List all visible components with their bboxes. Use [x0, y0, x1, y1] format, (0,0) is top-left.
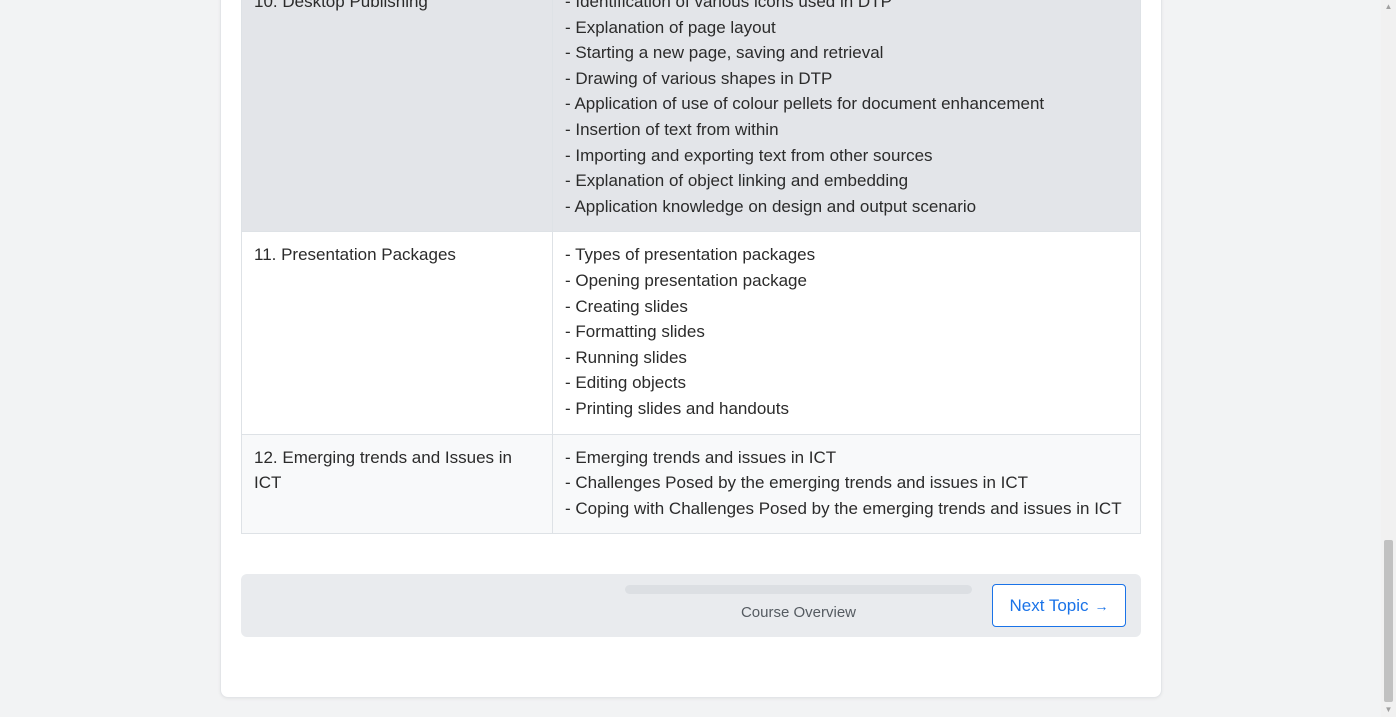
table-row: 12. Emerging trends and Issues in ICT - …: [241, 433, 1141, 535]
subtopic-item: - Formatting slides: [565, 322, 705, 342]
topic-cell: 12. Emerging trends and Issues in ICT: [241, 433, 553, 535]
topic-title: 10. Desktop Publishing: [254, 0, 428, 11]
subtopic-item: - Application of use of colour pellets f…: [565, 94, 1045, 114]
subtopics-cell: - Emerging trends and issues in ICT - Ch…: [552, 433, 1141, 535]
subtopic-item: - Application knowledge on design and ou…: [565, 196, 977, 216]
scroll-up-icon[interactable]: ▲: [1384, 3, 1393, 11]
course-progress-bar: [625, 585, 972, 594]
subtopic-item: - Starting a new page, saving and retrie…: [565, 43, 884, 63]
subtopic-item: - Coping with Challenges Posed by the em…: [565, 498, 1122, 518]
table-row: 11. Presentation Packages - Types of pre…: [241, 231, 1141, 435]
arrow-right-icon: →: [1094, 597, 1109, 614]
subtopic-item: - Identification of various icons used i…: [565, 0, 892, 11]
subtopics-cell: - Types of presentation packages - Openi…: [552, 231, 1141, 435]
subtopic-item: - Printing slides and handouts: [565, 398, 789, 418]
subtopic-item: - Importing and exporting text from othe…: [565, 145, 933, 165]
page-scrollbar[interactable]: ▲ ▼: [1381, 0, 1396, 717]
subtopic-item: - Insertion of text from within: [565, 119, 779, 139]
topics-table: 10. Desktop Publishing - Identification …: [241, 0, 1141, 535]
table-row: 10. Desktop Publishing - Identification …: [241, 0, 1141, 233]
topic-navigation-bar: Course Overview Next Topic →: [241, 574, 1141, 637]
subtopic-item: - Creating slides: [565, 296, 688, 316]
next-topic-button[interactable]: Next Topic →: [992, 584, 1126, 627]
subtopic-item: - Challenges Posed by the emerging trend…: [565, 473, 1029, 493]
course-overview-link[interactable]: Course Overview: [625, 604, 972, 621]
topic-cell: 10. Desktop Publishing: [241, 0, 553, 233]
next-topic-label: Next Topic: [1009, 595, 1089, 615]
subtopic-item: - Types of presentation packages: [565, 245, 816, 265]
scroll-thumb[interactable]: [1384, 540, 1393, 702]
topic-title: 12. Emerging trends and Issues in ICT: [254, 447, 512, 493]
subtopic-item: - Emerging trends and issues in ICT: [565, 447, 837, 467]
topic-title: 11. Presentation Packages: [254, 245, 456, 265]
subtopic-item: - Editing objects: [565, 373, 686, 393]
subtopic-item: - Explanation of page layout: [565, 17, 776, 37]
subtopic-item: - Explanation of object linking and embe…: [565, 171, 909, 191]
subtopic-item: - Running slides: [565, 347, 687, 367]
subtopics-cell: - Identification of various icons used i…: [552, 0, 1141, 233]
subtopic-item: - Opening presentation package: [565, 270, 807, 290]
topic-cell: 11. Presentation Packages: [241, 231, 553, 435]
scroll-down-icon[interactable]: ▼: [1384, 706, 1393, 714]
subtopic-item: - Drawing of various shapes in DTP: [565, 68, 833, 88]
